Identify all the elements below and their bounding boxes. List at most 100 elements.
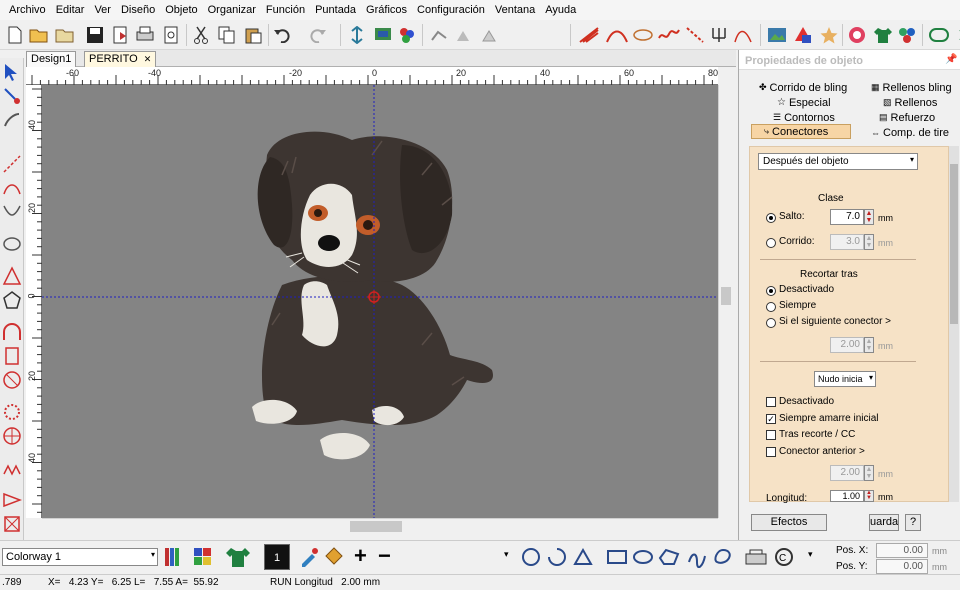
- wheel-fill-icon[interactable]: [2, 426, 22, 446]
- help-button[interactable]: ?: [905, 514, 921, 531]
- tab-corrido-bling[interactable]: ✤ Corrido de bling: [759, 80, 847, 95]
- cross-fill-icon[interactable]: [2, 514, 22, 534]
- tab-perrito[interactable]: PERRITO ✕: [84, 51, 157, 67]
- export-icon[interactable]: [110, 24, 132, 46]
- satin-stitch-icon[interactable]: [578, 24, 600, 46]
- copy-icon[interactable]: [216, 24, 238, 46]
- running-stitch-icon[interactable]: [684, 24, 706, 46]
- pin-icon[interactable]: 📌: [945, 54, 957, 65]
- knife-icon[interactable]: [2, 110, 22, 130]
- tab-rellenos[interactable]: ▧ Rellenos: [883, 95, 937, 110]
- paint-bucket-icon[interactable]: [322, 546, 346, 568]
- vertical-scroll-thumb[interactable]: [721, 287, 731, 305]
- menu-diseno[interactable]: Diseño: [116, 4, 160, 16]
- corrido-input[interactable]: 3.0: [830, 234, 864, 250]
- horizontal-scroll-thumb[interactable]: [350, 521, 402, 532]
- si-siguiente-stepper[interactable]: ▲ ▼: [864, 337, 874, 353]
- picture-icon[interactable]: [766, 24, 788, 46]
- current-color-swatch[interactable]: 1: [264, 544, 290, 570]
- color-film-icon[interactable]: [372, 24, 394, 46]
- vertical-scrollbar[interactable]: [718, 85, 732, 518]
- tab-rellenos-bling[interactable]: ▦ Rellenos bling: [871, 80, 952, 95]
- horizontal-scrollbar[interactable]: [42, 518, 718, 534]
- wave-stitch-icon[interactable]: [658, 24, 680, 46]
- machine-icon[interactable]: [744, 546, 768, 568]
- menu-ver[interactable]: Ver: [89, 4, 116, 16]
- arrow-tool-icon[interactable]: [2, 490, 23, 510]
- tab-refuerzo[interactable]: ▤ Refuerzo: [879, 110, 935, 125]
- tab-conectores[interactable]: ⤷ Conectores: [751, 124, 851, 139]
- circle-fill-icon[interactable]: [2, 370, 22, 390]
- tab-close-icon[interactable]: ✕: [144, 54, 152, 64]
- corrido-radio[interactable]: [766, 238, 776, 248]
- salto-stepper[interactable]: ▲ ▼: [864, 209, 874, 225]
- recortar-siempre-radio[interactable]: [766, 302, 776, 312]
- freehand-select-icon[interactable]: [686, 546, 708, 569]
- panel-scroll-thumb[interactable]: [950, 164, 958, 324]
- print-icon[interactable]: [134, 24, 156, 46]
- digitize-curve-icon[interactable]: [2, 178, 22, 198]
- hoop-rotate-icon[interactable]: [478, 24, 500, 46]
- tab-design1[interactable]: Design1: [26, 51, 77, 67]
- stitch-select-icon[interactable]: [520, 546, 542, 568]
- toolbar-overflow-icon[interactable]: ▾: [808, 549, 818, 565]
- color-grid-icon[interactable]: [192, 546, 214, 568]
- chk-conector-anterior[interactable]: [766, 447, 776, 457]
- tab-comp-tire[interactable]: ⇔ Comp. de tire: [871, 125, 949, 140]
- color-bars-icon[interactable]: [162, 546, 182, 568]
- tab-contornos[interactable]: ☰ Contornos: [773, 110, 835, 125]
- colorway-select[interactable]: Colorway 1 ▾: [2, 548, 158, 566]
- recortar-desactivado-radio[interactable]: [766, 286, 776, 296]
- fork-stitch-icon[interactable]: [708, 24, 730, 46]
- fill-stitch-icon[interactable]: [606, 24, 628, 46]
- star-fill-icon[interactable]: [2, 402, 22, 422]
- anterior-input[interactable]: 2.00: [830, 465, 864, 481]
- print-preview-icon[interactable]: [160, 24, 182, 46]
- monogram-icon[interactable]: [846, 24, 868, 46]
- shapes-icon[interactable]: [792, 24, 814, 46]
- hoop-move-icon[interactable]: [452, 24, 474, 46]
- nudo-select[interactable]: Nudo inicia ▾: [814, 371, 876, 387]
- efectos-button[interactable]: Efectos: [751, 514, 827, 531]
- ellipse-tool-icon[interactable]: [2, 234, 22, 254]
- digitize-arc-icon[interactable]: [2, 202, 22, 222]
- menu-objeto[interactable]: Objeto: [160, 4, 202, 16]
- wave-green-icon[interactable]: [952, 24, 960, 46]
- redo-icon[interactable]: [306, 24, 328, 46]
- menu-funcion[interactable]: Función: [261, 4, 310, 16]
- ellipse-select-icon[interactable]: [632, 546, 654, 568]
- guardar-button[interactable]: uarda: [869, 514, 899, 531]
- stitch-rotate-icon[interactable]: [546, 546, 568, 568]
- color-palette-icon[interactable]: [396, 24, 418, 46]
- chk-siempre-amarre[interactable]: ✓: [766, 414, 776, 424]
- chk-tras-recorte[interactable]: [766, 430, 776, 440]
- polygon-select-icon[interactable]: [658, 546, 680, 568]
- zigzag-tool-icon[interactable]: [2, 458, 22, 478]
- pentagon-tool-icon[interactable]: [2, 290, 22, 310]
- paste-icon[interactable]: [242, 24, 264, 46]
- dog-embroidery[interactable]: [252, 131, 493, 460]
- add-color-icon[interactable]: +: [354, 545, 374, 568]
- menu-archivo[interactable]: Archivo: [4, 4, 51, 16]
- undo-icon[interactable]: [272, 24, 294, 46]
- corrido-stepper[interactable]: ▲ ▼: [864, 234, 874, 250]
- longitud-input[interactable]: 1.00: [830, 490, 864, 502]
- color-cycle-icon[interactable]: C: [772, 546, 796, 568]
- chk-desactivado[interactable]: [766, 397, 776, 407]
- tshirt-icon[interactable]: [872, 24, 894, 46]
- menu-configuracion[interactable]: Configuración: [412, 4, 490, 16]
- sequence-icon[interactable]: [928, 24, 950, 46]
- eyedropper-icon[interactable]: [298, 546, 320, 568]
- menu-organizar[interactable]: Organizar: [203, 4, 261, 16]
- lasso-select-icon[interactable]: [712, 546, 734, 568]
- salto-input[interactable]: 7.0: [830, 209, 864, 225]
- open-recent-icon[interactable]: [54, 24, 76, 46]
- open-folder-icon[interactable]: [28, 24, 50, 46]
- tab-especial[interactable]: ☆ Especial: [777, 95, 831, 110]
- menu-ayuda[interactable]: Ayuda: [540, 4, 581, 16]
- stitch-path-icon[interactable]: [572, 546, 594, 568]
- toolbar-overflow-icon[interactable]: ▾: [504, 549, 514, 565]
- recortar-si-siguiente-radio[interactable]: [766, 318, 776, 328]
- rectangle-select-icon[interactable]: [606, 546, 628, 568]
- tshirt-color-icon[interactable]: [224, 546, 250, 568]
